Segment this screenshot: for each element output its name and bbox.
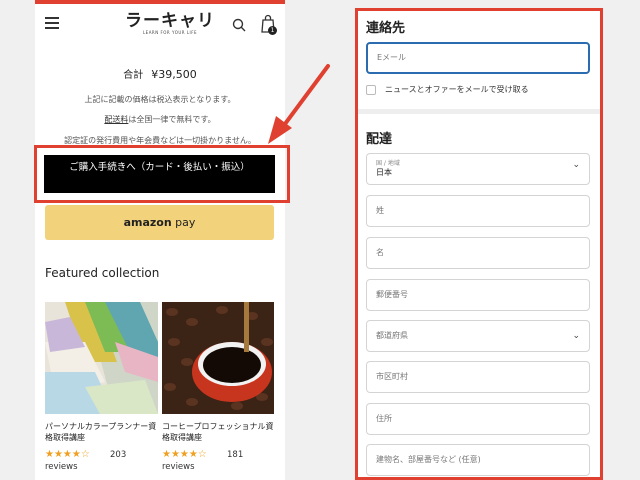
address-field[interactable]: 住所 <box>366 403 590 435</box>
reviews-label: reviews <box>162 462 195 472</box>
tax-note: 上記に記載の価格は税込表示となります。 <box>84 95 236 104</box>
delivery-section-title: 配達 <box>366 132 393 147</box>
building-field[interactable]: 建物名、部屋番号など (任意) <box>366 444 590 476</box>
rating-stars: ★★★★☆ <box>162 449 207 460</box>
rating-stars: ★★★★☆ <box>45 449 90 460</box>
prefecture-placeholder: 都道府県 <box>376 331 408 340</box>
postal-code-field[interactable]: 郵便番号 <box>366 279 590 311</box>
amazon-pay-button[interactable]: amazon pay <box>45 205 274 240</box>
site-logo[interactable]: ラーキャリ LEARN FOR YOUR LIFE <box>125 12 215 35</box>
city-field[interactable]: 市区町村 <box>366 361 590 393</box>
email-field[interactable]: Eメール <box>366 42 590 74</box>
order-total: 合計 ¥39,500 <box>35 66 285 81</box>
prefecture-select[interactable]: 都道府県 ⌄ <box>366 320 590 352</box>
product-name-color-planner[interactable]: パーソナルカラープランナー資格取得講座 <box>45 421 160 443</box>
checkout-form: 連絡先 Eメール ニュースとオファーをメールで受け取る 配達 国 / 地域 日本… <box>355 8 603 480</box>
product-image-color-planner[interactable] <box>45 302 158 414</box>
shipping-note: 配送料は全国一律で無料です。 <box>35 114 285 125</box>
chevron-down-icon: ⌄ <box>572 331 580 341</box>
cart-page: ラーキャリ LEARN FOR YOUR LIFE 1 合計 ¥39,500 上記… <box>35 0 285 480</box>
total-label: 合計 <box>123 70 144 81</box>
menu-icon[interactable] <box>45 17 59 29</box>
newsletter-label: ニュースとオファーをメールで受け取る <box>385 85 529 94</box>
chevron-down-icon: ⌄ <box>572 160 580 170</box>
newsletter-checkbox[interactable] <box>366 85 376 95</box>
product-name-coffee[interactable]: コーヒープロフェッショナル資格取得講座 <box>162 421 277 443</box>
shipping-note-text: は全国一律で無料です。 <box>128 115 216 124</box>
cart-count-badge: 1 <box>268 26 277 35</box>
country-select[interactable]: 国 / 地域 日本 ⌄ <box>366 153 590 185</box>
amazon-pay-suffix: pay <box>171 216 196 229</box>
last-name-field[interactable]: 姓 <box>366 195 590 227</box>
first-name-field[interactable]: 名 <box>366 237 590 269</box>
product-image-coffee[interactable] <box>162 302 274 414</box>
rating-count: 181 <box>227 450 244 460</box>
amazon-pay-brand: amazon <box>123 216 172 229</box>
shipping-link[interactable]: 配送料 <box>104 115 128 124</box>
contact-section-title: 連絡先 <box>366 21 406 36</box>
search-icon[interactable] <box>232 18 246 32</box>
site-header: ラーキャリ LEARN FOR YOUR LIFE 1 <box>35 4 285 46</box>
logo-text: ラーキャリ <box>125 11 215 31</box>
country-field-label: 国 / 地域 <box>376 160 400 167</box>
total-amount: ¥39,500 <box>151 68 197 81</box>
country-value: 日本 <box>376 168 392 177</box>
section-divider <box>358 109 600 114</box>
featured-collection-title: Featured collection <box>45 266 160 280</box>
rating-count: 203 <box>110 450 127 460</box>
checkout-button[interactable]: ご購入手続きへ（カード・後払い・振込） <box>44 155 275 193</box>
reviews-label: reviews <box>45 462 78 472</box>
